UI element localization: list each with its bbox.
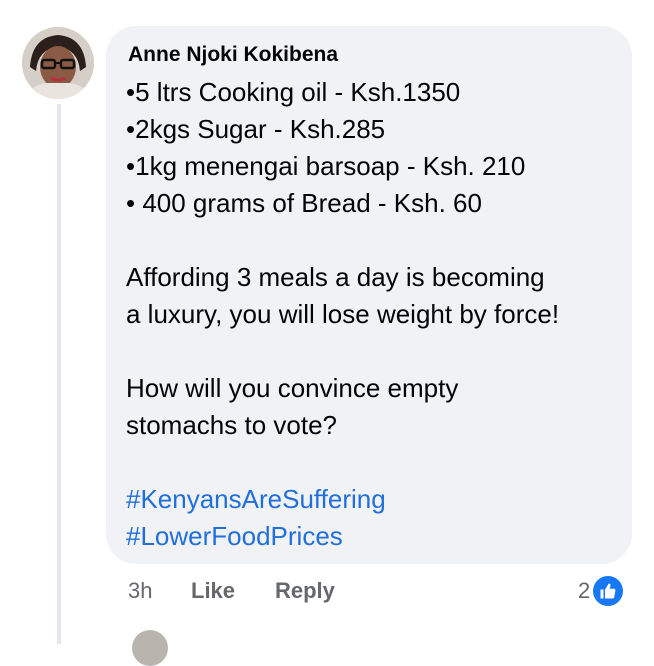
comment-line: a luxury, you will lose weight by force! [126,299,560,329]
reaction-summary[interactable]: 2 [578,575,624,607]
comment-body: •5 ltrs Cooking oil - Ksh.1350 •2kgs Sug… [126,74,622,555]
comment-line: Affording 3 meals a day is becoming [126,262,545,292]
comment-author[interactable]: Anne Njoki Kokibena [128,43,338,67]
comment-line: • 400 grams of Bread - Ksh. 60 [126,188,482,218]
reaction-count: 2 [578,578,591,603]
comment-line: stomachs to vote? [126,410,337,440]
like-button[interactable]: Like [191,578,235,604]
comment-line: •2kgs Sugar - Ksh.285 [126,114,386,144]
comment-timestamp[interactable]: 3h [128,578,152,604]
comment-line: •5 ltrs Cooking oil - Ksh.1350 [126,77,461,107]
thumbs-up-icon [593,576,624,606]
avatar[interactable] [22,27,94,99]
reply-button[interactable]: Reply [275,578,335,604]
comment-line: •1kg menengai barsoap - Ksh. 210 [126,151,526,181]
comment-bubble: Anne Njoki Kokibena •5 ltrs Cooking oil … [106,26,632,564]
next-comment-avatar[interactable] [132,630,168,666]
profile-photo [22,27,94,99]
comment-line: How will you convince empty [126,373,459,403]
thread-line [57,104,61,644]
hashtag-link[interactable]: #LowerFoodPrices [126,518,622,555]
hashtag-link[interactable]: #KenyansAreSuffering [126,481,622,518]
